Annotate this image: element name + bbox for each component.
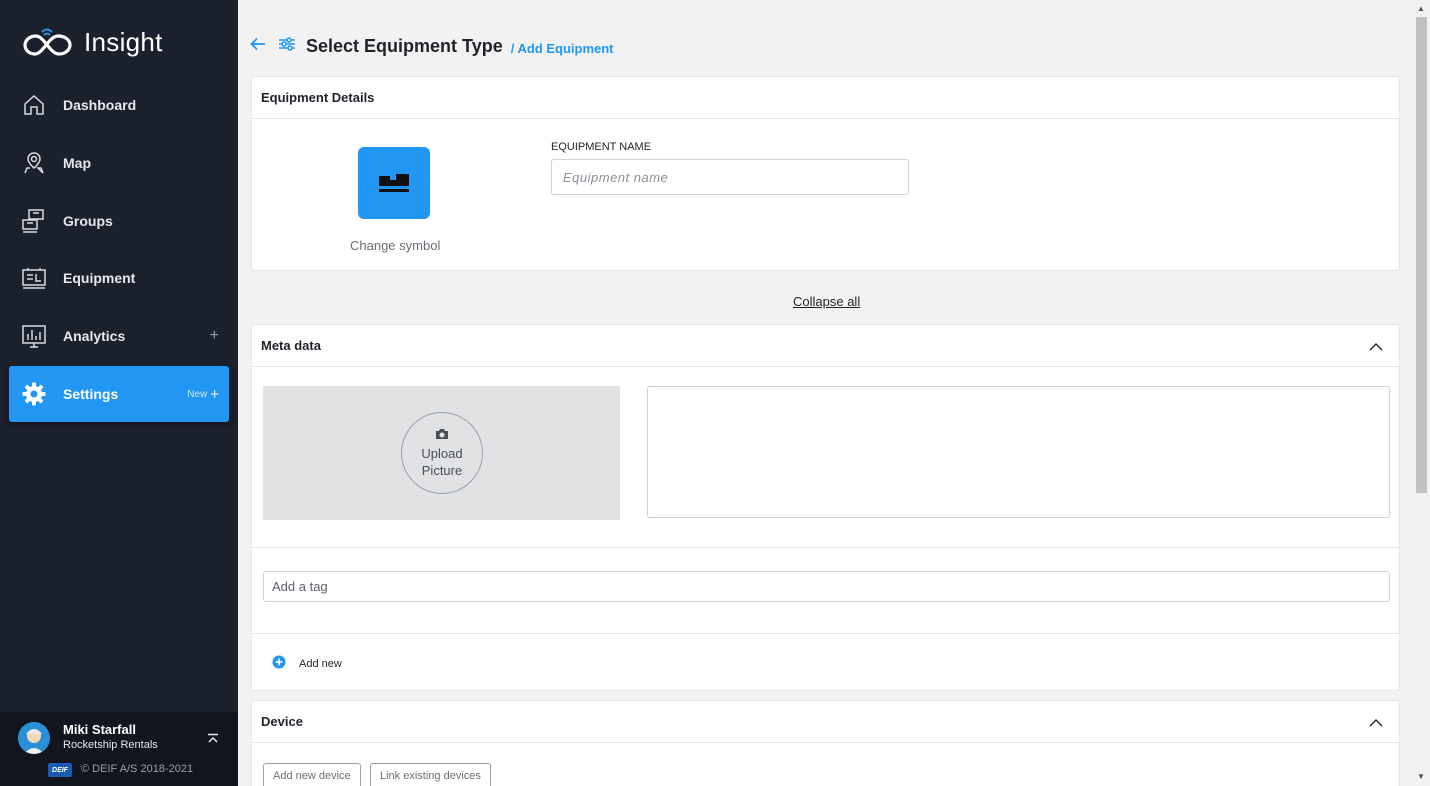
card-header[interactable]: Device: [252, 701, 1399, 743]
vertical-scrollbar[interactable]: ▲ ▼: [1413, 0, 1430, 786]
equipment-icon: [9, 266, 59, 290]
collapse-all-link[interactable]: Collapse all: [793, 294, 860, 309]
equipment-details-title: Equipment Details: [261, 90, 375, 105]
generator-symbol-icon: [379, 174, 409, 192]
equipment-symbol-button[interactable]: [358, 147, 430, 219]
plus-circle-icon: [272, 655, 286, 672]
user-panel: Miki Starfall Rocketship Rentals DEIF © …: [0, 712, 238, 786]
sidebar-item-equipment[interactable]: Equipment: [9, 250, 229, 306]
back-arrow-icon[interactable]: [250, 37, 266, 56]
chevron-up-icon[interactable]: [1369, 715, 1383, 730]
expand-plus-icon: +: [210, 385, 219, 403]
home-icon: [9, 93, 59, 117]
equipment-type-icon: [278, 36, 296, 56]
card-header[interactable]: Meta data: [252, 325, 1399, 367]
scroll-thumb[interactable]: [1416, 17, 1427, 493]
scroll-down-arrow-icon[interactable]: ▼: [1417, 772, 1425, 781]
sidebar-item-label: Settings: [63, 386, 119, 402]
infinity-logo-icon: [23, 28, 72, 56]
sidebar-item-label: Dashboard: [63, 97, 137, 113]
main-content: Select Equipment Type / Add Equipment Eq…: [238, 0, 1413, 786]
sidebar-item-label: Groups: [63, 213, 113, 229]
tag-input[interactable]: [263, 571, 1390, 602]
meta-data-card: Meta data Upload Picture Add new: [251, 324, 1400, 691]
new-badge[interactable]: New +: [187, 386, 219, 403]
collapse-user-icon[interactable]: [206, 732, 220, 750]
add-new-device-button[interactable]: Add new device: [263, 763, 361, 786]
equipment-details-card: Equipment Details Change symbol EQUIPMEN…: [251, 76, 1400, 271]
divider: [252, 547, 1399, 548]
sidebar-item-map[interactable]: Map: [9, 135, 229, 191]
sidebar-item-analytics[interactable]: Analytics +: [9, 308, 229, 364]
analytics-icon: [9, 323, 59, 349]
page-header: Select Equipment Type / Add Equipment: [250, 34, 614, 58]
expand-plus-icon[interactable]: +: [210, 327, 219, 345]
meta-data-title: Meta data: [261, 338, 321, 353]
add-new-button[interactable]: Add new: [272, 655, 342, 672]
change-symbol-link[interactable]: Change symbol: [350, 238, 440, 253]
link-existing-devices-button[interactable]: Link existing devices: [370, 763, 491, 786]
sidebar-item-groups[interactable]: Groups: [9, 193, 229, 249]
gear-icon: [9, 381, 59, 407]
chevron-up-icon[interactable]: [1369, 339, 1383, 354]
new-badge-label: New: [187, 388, 208, 400]
sidebar-item-dashboard[interactable]: Dashboard: [9, 77, 229, 133]
groups-icon: [9, 208, 59, 234]
upload-picture-button[interactable]: Upload Picture: [401, 412, 483, 494]
copyright-text: © DEIF A/S 2018-2021: [81, 763, 194, 775]
map-pin-icon: [9, 151, 59, 175]
camera-icon: [435, 427, 449, 445]
breadcrumb[interactable]: / Add Equipment: [511, 41, 614, 56]
sidebar-item-label: Map: [63, 155, 91, 171]
equipment-name-label: EQUIPMENT NAME: [551, 141, 652, 153]
device-title: Device: [261, 714, 303, 729]
device-card: Device Add new device Link existing devi…: [251, 700, 1400, 786]
page-title: Select Equipment Type: [306, 35, 503, 56]
picture-upload-area[interactable]: Upload Picture: [263, 386, 620, 520]
divider: [252, 633, 1399, 634]
upload-label-line2: Picture: [421, 463, 463, 478]
sidebar: Insight Dashboard Map Groups Equipment A…: [0, 0, 238, 786]
sidebar-item-settings[interactable]: Settings New +: [9, 366, 229, 422]
equipment-name-input[interactable]: [551, 159, 909, 195]
meta-description-textarea[interactable]: [647, 386, 1390, 518]
user-name: Miki Starfall: [63, 722, 136, 737]
sidebar-item-label: Analytics: [63, 328, 126, 344]
deif-logo: DEIF: [48, 763, 72, 777]
app-name: Insight: [84, 26, 163, 57]
add-new-label: Add new: [299, 657, 342, 670]
avatar[interactable]: [18, 722, 50, 754]
sidebar-item-label: Equipment: [63, 270, 136, 286]
app-logo[interactable]: Insight: [22, 26, 163, 58]
user-organization: Rocketship Rentals: [63, 739, 158, 751]
card-title: Equipment Details: [252, 77, 1399, 119]
scroll-up-arrow-icon[interactable]: ▲: [1417, 4, 1425, 13]
upload-label-line1: Upload: [421, 446, 463, 461]
